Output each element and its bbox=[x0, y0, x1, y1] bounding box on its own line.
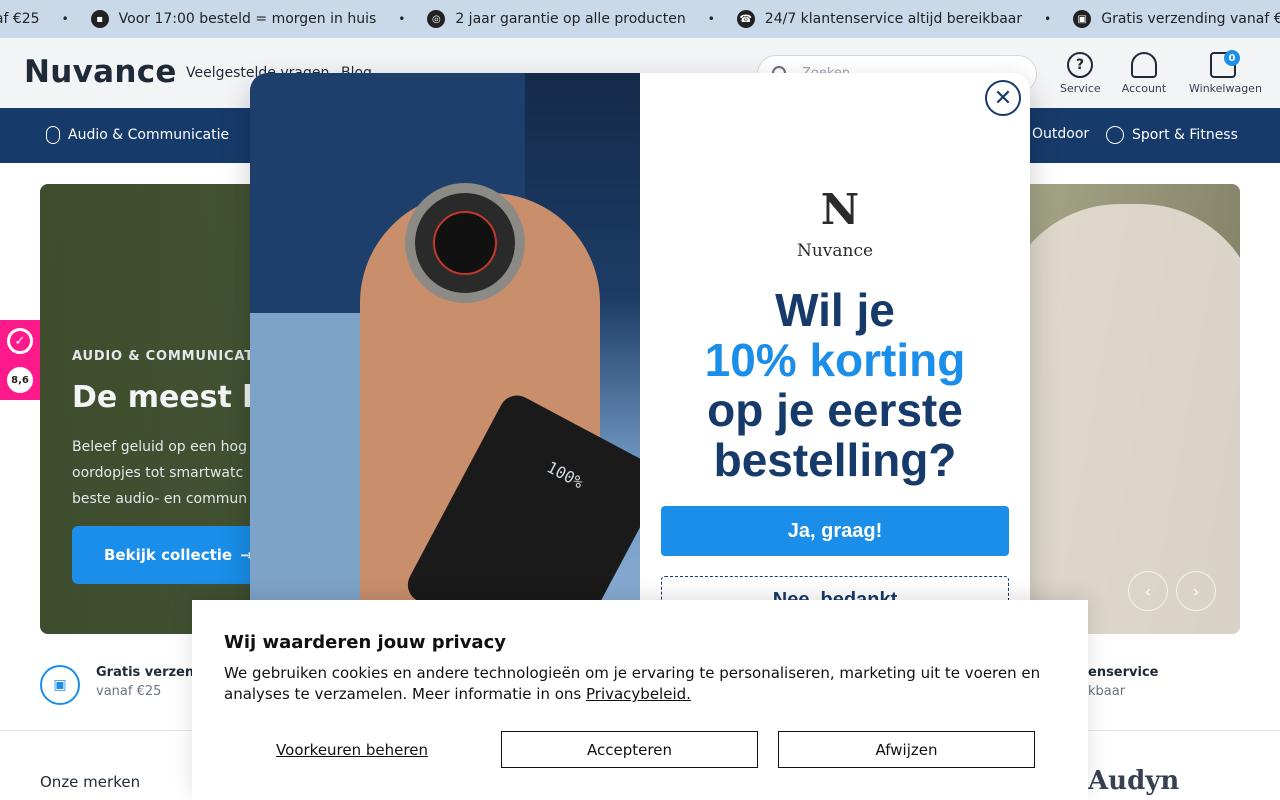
brand-logo-mark: N bbox=[820, 185, 859, 234]
warranty-icon: ◎ bbox=[427, 10, 446, 28]
nav-item-audio[interactable]: Audio & Communicatie bbox=[46, 126, 229, 144]
accept-discount-button[interactable]: Ja, graag! bbox=[661, 506, 1009, 556]
accept-cookies-button[interactable]: Accepteren bbox=[501, 731, 758, 768]
support-icon: ☎ bbox=[736, 10, 755, 28]
brands-heading: Onze merken bbox=[40, 773, 141, 791]
separator-dot: • bbox=[398, 12, 406, 26]
user-icon bbox=[1131, 52, 1157, 78]
cart-icon: 0 bbox=[1210, 50, 1240, 78]
separator-dot: • bbox=[707, 12, 715, 26]
carousel-next-button[interactable]: › bbox=[1176, 571, 1216, 611]
hero-text: Beleef geluid op een hog oordopjes tot s… bbox=[72, 439, 248, 507]
announcement-item: ▣ Gratis verzending vanaf €25 bbox=[1073, 10, 1280, 28]
volleyball-icon bbox=[1106, 126, 1124, 144]
shipping-icon: ▣ bbox=[1073, 10, 1092, 28]
carousel-prev-button[interactable]: ‹ bbox=[1128, 571, 1168, 611]
announcement-item: ▪ Voor 17:00 besteld = morgen in huis bbox=[90, 10, 376, 28]
hero-eyebrow: AUDIO & COMMUNICATIE bbox=[72, 349, 270, 364]
close-popup-button[interactable]: ✕ bbox=[985, 80, 1021, 116]
rating-score: 8,6 bbox=[7, 367, 33, 393]
separator-dot: • bbox=[61, 12, 69, 26]
account-button[interactable]: Account bbox=[1121, 52, 1167, 95]
nav-item-outdoor[interactable]: Outdoor bbox=[1032, 126, 1089, 142]
microphone-icon bbox=[46, 126, 60, 144]
brand-logo-text: Nuvance bbox=[796, 241, 874, 261]
rating-widget[interactable]: ✓ 8,6 bbox=[0, 320, 40, 400]
brand-logo-audyn[interactable]: Audyn bbox=[1088, 766, 1179, 796]
announcement-item: ◎ 2 jaar garantie op alle producten bbox=[427, 10, 686, 28]
site-logo[interactable]: Nuvance bbox=[24, 54, 177, 90]
help-icon: ? bbox=[1067, 52, 1093, 78]
cookie-text: We gebruiken cookies en andere technolog… bbox=[224, 664, 1041, 703]
cookie-banner: Wij waarderen jouw privacy We gebruiken … bbox=[192, 600, 1088, 800]
usp-service: enservice kbaar bbox=[1088, 665, 1159, 699]
discount-popup: 100% ✕ N Nuvance Wil je 10% korting op j… bbox=[250, 73, 1030, 633]
privacy-policy-link[interactable]: Privacybeleid. bbox=[586, 685, 691, 703]
announcement-bar: naf €25 • ▪ Voor 17:00 besteld = morgen … bbox=[0, 0, 1280, 38]
smartwatch-image bbox=[405, 183, 525, 303]
popup-headline: Wil je 10% korting op je eerste bestelli… bbox=[704, 284, 966, 486]
manage-preferences-button[interactable]: Voorkeuren beheren bbox=[224, 731, 480, 768]
checkmark-icon: ✓ bbox=[7, 328, 33, 354]
cookie-title: Wij waarderen jouw privacy bbox=[224, 632, 506, 653]
usp-shipping: ▣ Gratis verzend vanaf €25 bbox=[40, 665, 203, 705]
chevron-left-icon: ‹ bbox=[1144, 581, 1152, 601]
reject-cookies-button[interactable]: Afwijzen bbox=[778, 731, 1035, 768]
popup-image: 100% bbox=[250, 73, 640, 633]
separator-dot: • bbox=[1044, 12, 1052, 26]
cart-count-badge: 0 bbox=[1224, 50, 1240, 66]
close-icon: ✕ bbox=[993, 85, 1013, 111]
package-icon: ▣ bbox=[40, 665, 80, 705]
chevron-right-icon: › bbox=[1192, 581, 1200, 601]
nav-item-sport[interactable]: Sport & Fitness bbox=[1106, 126, 1238, 144]
view-collection-button[interactable]: Bekijk collectie → bbox=[72, 526, 262, 584]
cart-button[interactable]: 0 Winkelwagen bbox=[1189, 50, 1262, 95]
service-button[interactable]: ? Service bbox=[1060, 52, 1101, 95]
delivery-icon: ▪ bbox=[90, 10, 109, 28]
announcement-item: ☎ 24/7 klantenservice altijd bereikbaar bbox=[736, 10, 1022, 28]
hero-title: De meest h bbox=[72, 380, 264, 415]
announcement-item: naf €25 bbox=[0, 11, 40, 27]
